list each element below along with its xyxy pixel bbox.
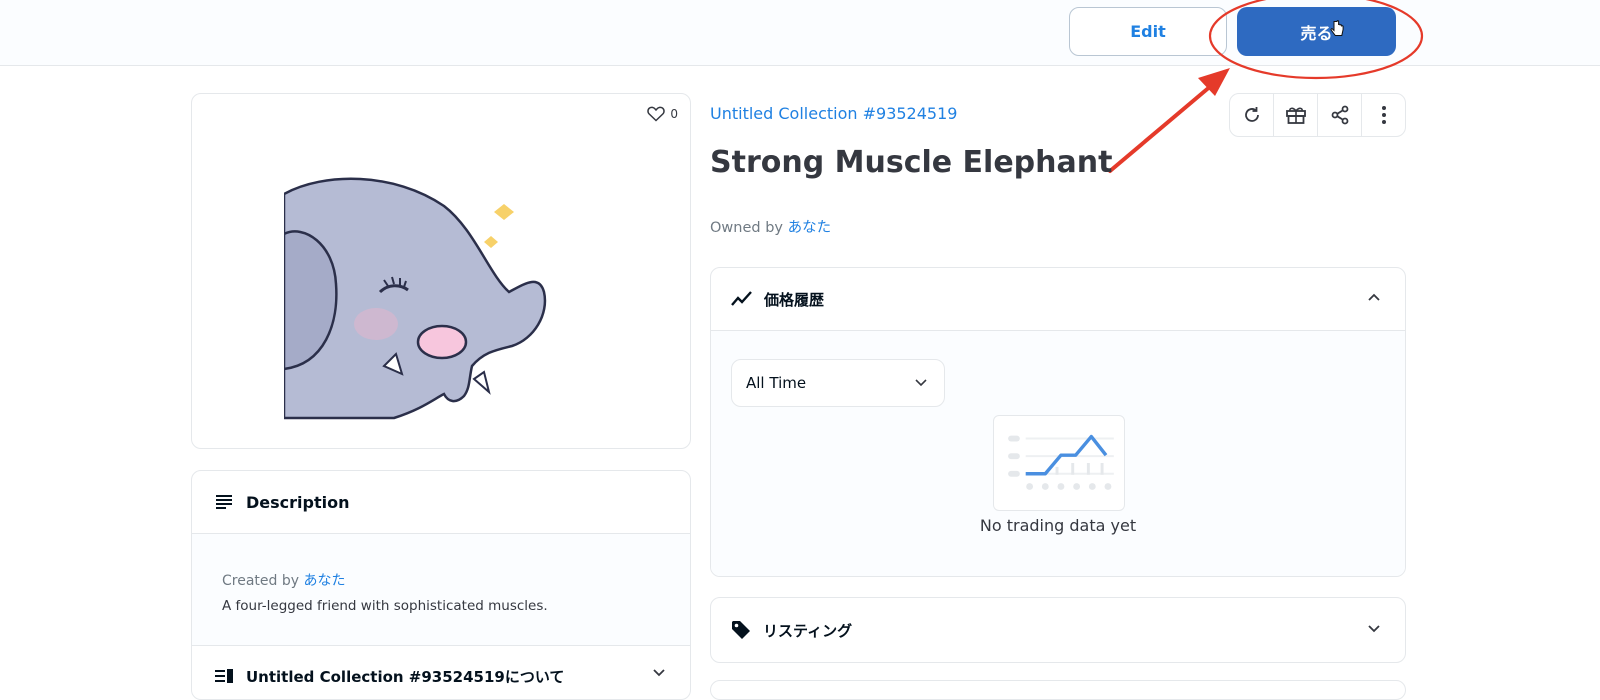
- more-options-button[interactable]: [1362, 94, 1405, 136]
- gift-button[interactable]: [1274, 94, 1318, 136]
- listing-title: リスティング: [763, 621, 853, 640]
- refresh-icon: [1244, 107, 1259, 122]
- tag-icon: [732, 621, 750, 639]
- creator-link[interactable]: あなた: [303, 573, 345, 589]
- share-button[interactable]: [1318, 94, 1362, 136]
- annotation-arrow-head: [1198, 68, 1230, 96]
- description-card: Description Created by あなた A four-legged…: [191, 470, 691, 700]
- price-history-title: 価格履歴: [764, 290, 825, 309]
- description-title: Description: [246, 492, 350, 512]
- price-history-header[interactable]: 価格履歴: [711, 268, 1405, 331]
- annotation-arrow-line: [1108, 83, 1214, 173]
- heart-icon[interactable]: [647, 106, 666, 122]
- collection-link[interactable]: Untitled Collection #93524519: [710, 104, 957, 123]
- favorite-count: 0: [670, 107, 678, 121]
- item-image-card: 0: [191, 93, 691, 449]
- description-text: A four-legged friend with sophisticated …: [222, 598, 548, 614]
- next-section-card: [710, 680, 1406, 700]
- empty-chart-illustration: [993, 415, 1125, 511]
- price-history-card: 価格履歴 All Time No trading data yet: [710, 267, 1406, 577]
- created-by-line: Created by あなた: [222, 570, 690, 590]
- item-title: Strong Muscle Elephant: [710, 145, 1113, 180]
- description-body: Created by あなた A four-legged friend with…: [192, 534, 690, 646]
- description-header[interactable]: Description: [192, 471, 690, 534]
- lines-icon: [216, 495, 232, 509]
- price-history-body: All Time No trading data yet: [711, 331, 1405, 576]
- no-trading-data-text: No trading data yet: [979, 516, 1137, 535]
- owned-by-line: Owned by あなた: [710, 216, 831, 237]
- trend-icon: [731, 291, 752, 306]
- top-bar: Edit 売る: [0, 0, 1600, 66]
- list-icon: [215, 669, 233, 683]
- listing-header[interactable]: リスティング: [710, 597, 1406, 663]
- sell-button[interactable]: 売る: [1237, 7, 1396, 56]
- chevron-down-icon: [1368, 625, 1380, 633]
- edit-button[interactable]: Edit: [1069, 7, 1227, 56]
- created-by-prefix: Created by: [222, 573, 300, 589]
- about-collection-title: Untitled Collection #93524519について: [246, 667, 565, 686]
- refresh-button[interactable]: [1230, 94, 1274, 136]
- owner-link[interactable]: あなた: [788, 220, 832, 236]
- elephant-artwork: [284, 177, 547, 420]
- item-action-group: [1229, 93, 1406, 137]
- hand-cursor-icon: [1330, 20, 1344, 36]
- owned-by-prefix: Owned by: [710, 220, 783, 236]
- chevron-down-icon: [915, 379, 927, 387]
- about-collection-header[interactable]: Untitled Collection #93524519について: [192, 646, 690, 699]
- gift-icon: [1285, 107, 1306, 124]
- time-period-value: All Time: [746, 374, 807, 392]
- more-vertical-icon: [1381, 106, 1386, 124]
- share-icon: [1331, 105, 1348, 125]
- chevron-down-icon: [653, 669, 665, 677]
- chevron-up-icon: [1368, 293, 1380, 301]
- time-period-select[interactable]: All Time: [731, 359, 945, 407]
- favorite-control[interactable]: 0: [647, 106, 678, 122]
